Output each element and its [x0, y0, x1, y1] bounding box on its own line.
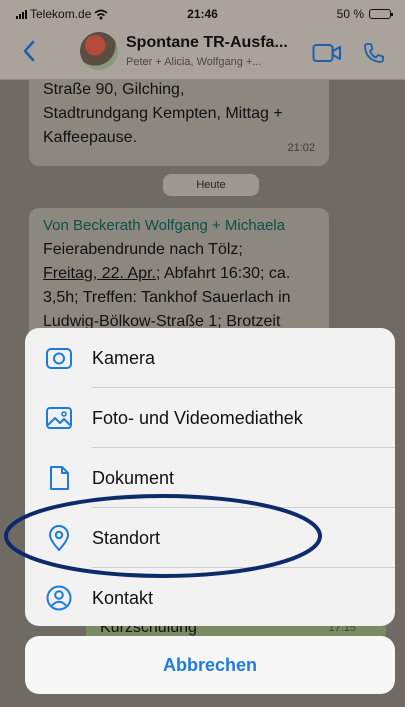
message-line: Freitag, 22. Apr.; Abfahrt 16:30; ca. [43, 262, 315, 286]
attachment-action-sheet: Kamera Foto- und Videomediathek Dokument… [25, 328, 395, 626]
option-label: Foto- und Videomediathek [92, 407, 303, 428]
message-line: Stadtrundgang Kempten, Mittag + [43, 105, 283, 122]
location-pin-icon [49, 525, 69, 551]
message-line: 3,5h; Treffen: Tankhof Sauerlach in [43, 289, 291, 306]
battery-icon [369, 9, 393, 19]
option-label: Standort [92, 527, 161, 548]
group-avatar[interactable] [80, 32, 118, 70]
message-bubble[interactable]: Straße 90, Gilching, Stadtrundgang Kempt… [29, 80, 329, 166]
message-line: Kaffeepause. [43, 129, 138, 146]
option-location[interactable]: Standort [25, 508, 395, 568]
battery-percent: 50 % [336, 7, 364, 21]
status-bar: Telekom.de 21:46 50 % [0, 0, 405, 26]
chat-header: Spontane TR-Ausfa... Peter + Alicia, Wol… [0, 26, 405, 80]
message-text: ; Abfahrt 16:30; ca. [155, 265, 291, 282]
message-bubble[interactable]: Von Beckerath Wolfgang + Michaela Feiera… [29, 208, 329, 348]
day-separator: Heute [163, 174, 259, 196]
phone-call-icon[interactable] [362, 41, 386, 65]
message-line: Feierabendrunde nach Tölz; [43, 241, 243, 258]
option-label: Kontakt [92, 587, 154, 608]
back-chevron-icon[interactable] [22, 40, 36, 62]
option-document[interactable]: Dokument [25, 448, 395, 508]
date-link[interactable]: Freitag, 22. Apr. [43, 265, 156, 282]
chat-title[interactable]: Spontane TR-Ausfa... [126, 34, 288, 52]
message-sender[interactable]: Von Beckerath Wolfgang + Michaela [43, 214, 315, 238]
cancel-button[interactable]: Abbrechen [25, 636, 395, 694]
document-icon [50, 466, 69, 490]
option-label: Kamera [92, 347, 156, 368]
option-contact[interactable]: Kontakt [25, 568, 395, 626]
photo-library-icon [46, 407, 72, 429]
option-camera[interactable]: Kamera [25, 328, 395, 388]
message-line: Straße 90, Gilching, [43, 81, 185, 98]
message-timestamp: 21:02 [287, 142, 315, 154]
contact-icon [46, 585, 72, 611]
video-call-icon[interactable] [312, 43, 342, 63]
camera-icon [46, 348, 72, 369]
chat-participants[interactable]: Peter + Alicia, Wolfgang +... [126, 56, 262, 68]
status-right: 50 % [336, 7, 393, 21]
option-label: Dokument [92, 467, 175, 488]
option-photo-library[interactable]: Foto- und Videomediathek [25, 388, 395, 448]
